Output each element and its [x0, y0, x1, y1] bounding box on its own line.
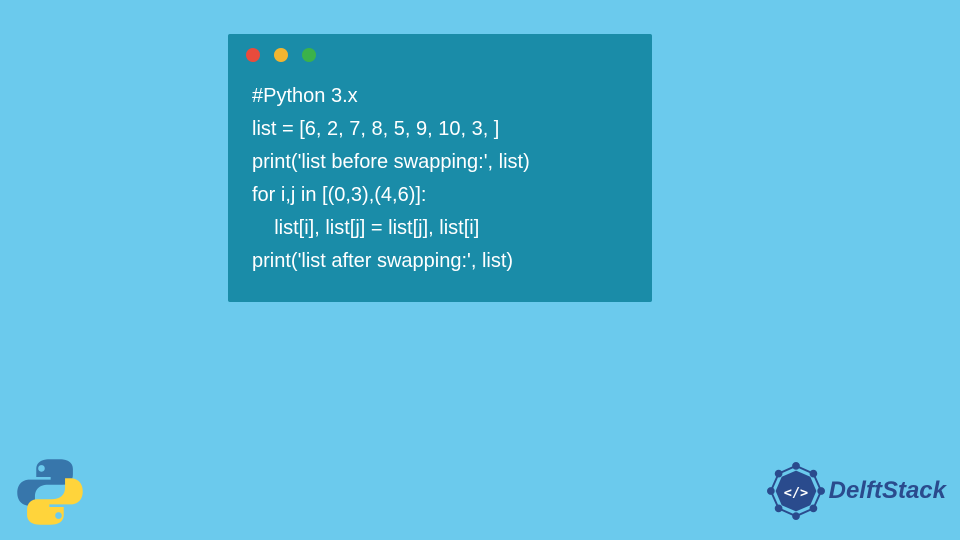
svg-text:</>: </> — [783, 485, 807, 501]
code-line: for i,j in [(0,3),(4,6)]: — [252, 179, 628, 212]
code-line: #Python 3.x — [252, 80, 628, 113]
close-icon — [246, 48, 260, 62]
delftstack-emblem-icon: </> — [767, 462, 825, 520]
delftstack-text: DelftStack — [829, 477, 946, 505]
code-line: print('list after swapping:', list) — [252, 245, 628, 278]
code-window: #Python 3.x list = [6, 2, 7, 8, 5, 9, 10… — [228, 34, 652, 302]
code-line: list[i], list[j] = list[j], list[i] — [252, 212, 628, 245]
python-logo-icon — [14, 456, 86, 528]
code-content: #Python 3.x list = [6, 2, 7, 8, 5, 9, 10… — [228, 70, 652, 302]
delftstack-logo: </> DelftStack — [767, 462, 946, 520]
maximize-icon — [302, 48, 316, 62]
code-line: print('list before swapping:', list) — [252, 146, 628, 179]
code-line: list = [6, 2, 7, 8, 5, 9, 10, 3, ] — [252, 113, 628, 146]
window-controls — [228, 34, 652, 70]
minimize-icon — [274, 48, 288, 62]
